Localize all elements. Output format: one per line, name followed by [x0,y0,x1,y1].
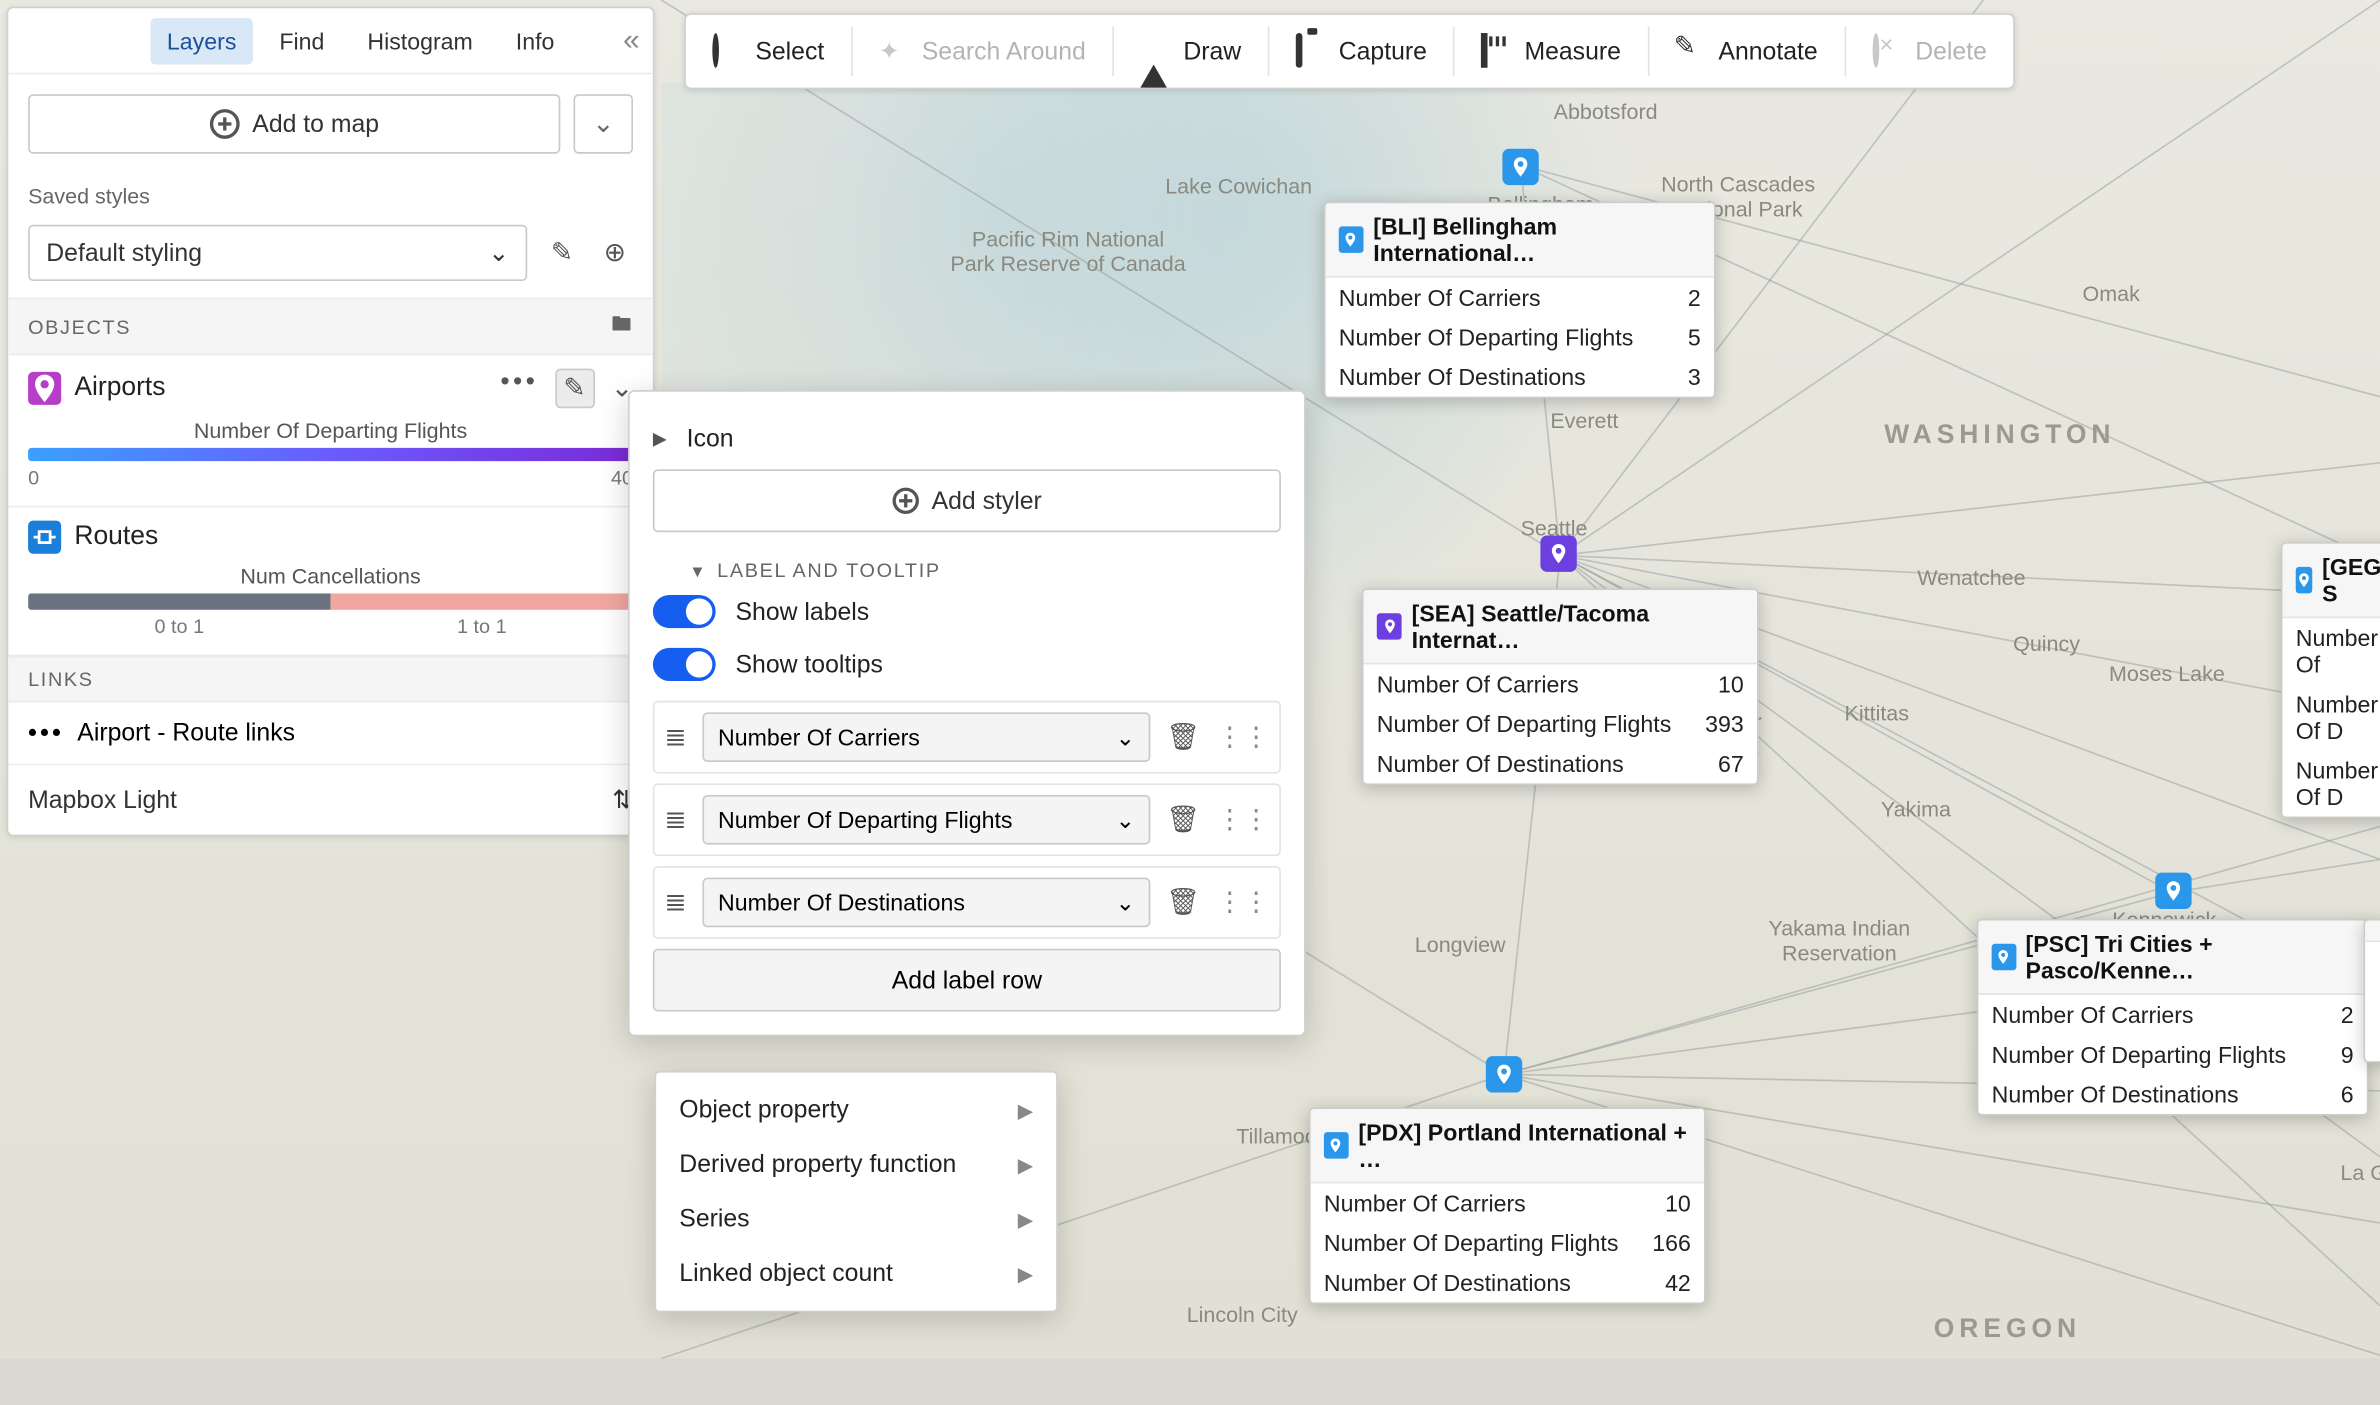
category-bar [28,593,633,610]
toggle-show-tooltips[interactable] [653,648,716,681]
links-section-header: LINKS [8,656,653,702]
style-icon-row[interactable]: ▶Icon [653,415,1281,463]
caret-right-icon: ▶ [653,428,667,449]
drag-handle-icon[interactable]: ⋮⋮ [1216,803,1269,836]
add-to-map-button[interactable]: Add to map [28,94,560,154]
label-field-row: ≣ Number Of Departing Flights⌄ 🗑 ⋮⋮ [653,783,1281,856]
submenu-series[interactable]: Series▶ [656,1192,1056,1247]
layer-style-panel: ▶Icon Add styler ▼LABEL AND TOOLTIP Show… [628,390,1306,1036]
collapse-sidebar-icon[interactable]: « [623,23,640,58]
tool-draw[interactable]: Draw [1114,15,1268,88]
edit-style-icon[interactable]: ✎ [544,235,580,271]
add-styler-button[interactable]: Add styler [653,469,1281,532]
map-place-label: Everett [1550,408,1618,433]
add-label-row-button[interactable]: Add label row [653,949,1281,1012]
saved-styles-label: Saved styles [8,174,653,219]
layer-more-icon[interactable]: ••• [500,369,538,409]
field-select[interactable]: Number Of Destinations⌄ [703,878,1150,928]
tab-info[interactable]: Info [499,17,571,63]
tool-select[interactable]: Select [686,15,851,88]
trash-icon[interactable]: 🗑 [1166,886,1200,919]
tool-annotate[interactable]: Annotate [1649,15,1844,88]
tab-find[interactable]: Find [263,17,341,63]
map-place-label: Longview [1415,932,1506,957]
tab-layers[interactable]: Layers [150,17,253,63]
list-icon: ≣ [664,886,686,919]
objects-section-header: OBJECTS 🖿 [8,298,653,356]
layer-routes[interactable]: Routes Num Cancellations 0 to 11 to 1 [8,507,653,656]
link-airport-route[interactable]: ••• Airport - Route links [8,702,653,765]
map-place-label: Kittitas [1845,701,1909,726]
dash-icon: ••• [28,719,64,747]
tooltip-pdx: [PDX] Portland International + … Number … [1309,1107,1706,1304]
chevron-right-icon: ▶ [1018,1098,1033,1121]
map-place-label: Pacific Rim National Park Reserve of Can… [950,228,1185,277]
add-style-icon[interactable]: ⊕ [597,235,633,271]
tooltip-geg: [GEG] S Number Of Number Of D Number Of … [2281,542,2380,818]
tool-delete: Delete [1846,15,2014,88]
list-icon: ≣ [664,803,686,836]
pin-icon [28,372,61,405]
tool-capture[interactable]: Capture [1269,15,1453,88]
submenu-linked-object-count[interactable]: Linked object count▶ [656,1246,1056,1301]
map-place-label: Quincy [2013,631,2080,656]
tool-search-around: ✦Search Around [852,15,1112,88]
map-place-label: La Grand [2340,1160,2380,1185]
add-to-map-dropdown[interactable]: ⌄ [574,94,634,154]
tooltip-sea: [SEA] Seattle/Tacoma Internat… Number Of… [1362,588,1759,785]
tool-measure[interactable]: Measure [1455,15,1647,88]
link-icon [28,521,61,554]
layer-airports[interactable]: Airports ••• ✎ ⌄ Number Of Departing Fli… [8,355,653,507]
add-label-submenu: Object property▶ Derived property functi… [655,1071,1058,1312]
drag-handle-icon[interactable]: ⋮⋮ [1216,721,1269,754]
tooltip-psc: [PSC] Tri Cities + Pasco/Kenne… Number O… [1977,919,2369,1116]
drag-handle-icon[interactable]: ⋮⋮ [1216,886,1269,919]
map-place-label: Yakima [1881,797,1951,822]
tooltip-bli: [BLI] Bellingham International… Number O… [1324,202,1716,399]
map-place-label: Yakama Indian Reservation [1768,917,1910,966]
map-place-label: Moses Lake [2109,661,2225,686]
map-place-label: WASHINGTON [1884,421,2115,451]
tab-histogram[interactable]: Histogram [351,17,489,63]
trash-icon[interactable]: 🗑 [1166,721,1200,754]
folder-icon[interactable]: 🖿 [612,309,634,344]
label-tooltip-section[interactable]: ▼LABEL AND TOOLTIP [653,549,1281,585]
submenu-object-property[interactable]: Object property▶ [656,1083,1056,1138]
map-place-label: Lincoln City [1187,1302,1298,1327]
label-field-row: ≣ Number Of Destinations⌄ 🗑 ⋮⋮ [653,866,1281,939]
plus-icon [209,109,239,139]
tooltip-psc-values-cut: NNN [2364,919,2380,1063]
label-field-row: ≣ Number Of Carriers⌄ 🗑 ⋮⋮ [653,701,1281,774]
map-place-label: Wenatchee [1917,565,2025,590]
trash-icon[interactable]: 🗑 [1166,803,1200,836]
list-icon: ≣ [664,721,686,754]
map-place-label: OREGON [1934,1316,2081,1346]
submenu-derived-property[interactable]: Derived property function▶ [656,1137,1056,1192]
toggle-show-labels[interactable] [653,595,716,628]
sidebar-tabs: Layers Find Histogram Info « [8,8,653,74]
sidebar-panel: Layers Find Histogram Info « Add to map … [7,7,655,837]
map-toolbar: Select ✦Search Around Draw Capture Measu… [684,13,2015,89]
marker-pdx[interactable] [1486,1056,1522,1092]
chevron-right-icon: ▶ [1018,1262,1033,1285]
gradient-bar [28,448,633,461]
chevron-right-icon: ▶ [1018,1207,1033,1230]
layer-edit-button[interactable]: ✎ [555,369,595,409]
chevron-down-icon: ⌄ [488,238,509,268]
chevron-right-icon: ▶ [1018,1153,1033,1176]
basemap-label: Mapbox Light [28,786,177,814]
map-place-label: Lake Cowichan [1165,174,1312,199]
map-place-label: Omak [2083,281,2140,306]
marker-bli[interactable] [1502,149,1538,185]
map-place-label: Abbotsford [1554,99,1658,124]
marker-psc[interactable] [2155,873,2191,909]
caret-down-icon: ▼ [689,564,707,582]
saved-styles-select[interactable]: Default styling⌄ [28,225,527,281]
field-select[interactable]: Number Of Departing Flights⌄ [703,795,1150,845]
field-select[interactable]: Number Of Carriers⌄ [703,712,1150,762]
marker-sea[interactable] [1540,536,1576,572]
